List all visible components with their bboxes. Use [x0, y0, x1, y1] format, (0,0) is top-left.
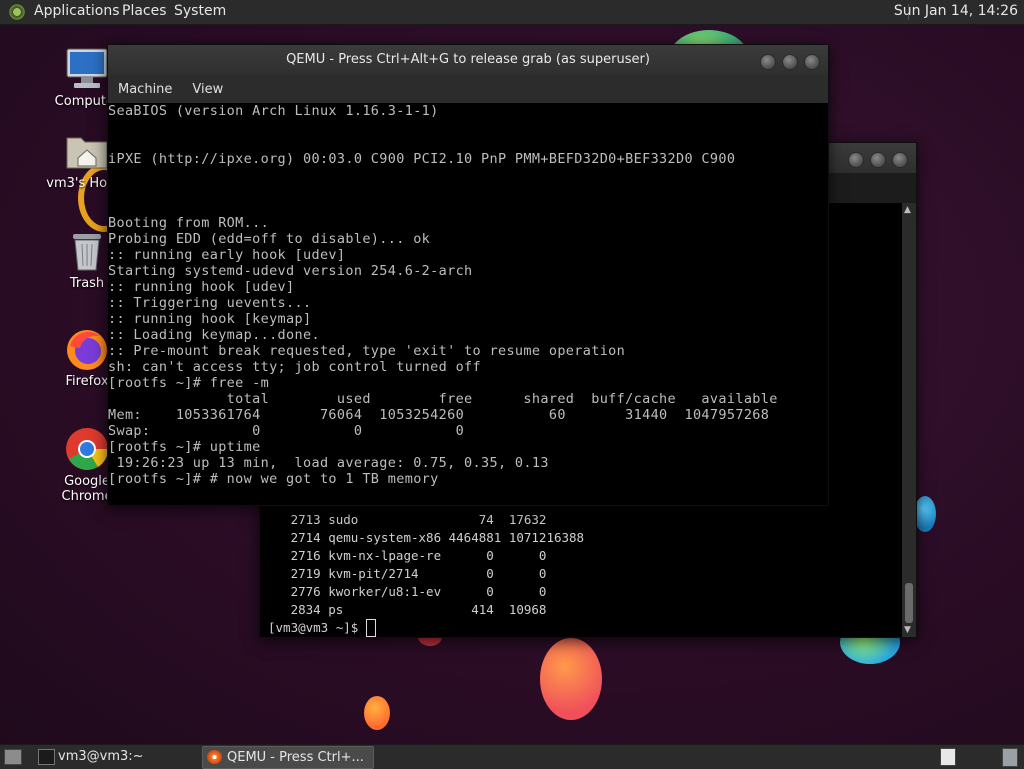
console-line: [108, 167, 778, 183]
decorative-balloon: [914, 496, 936, 532]
firefox-icon: [64, 326, 110, 372]
terminal-line: 2714 qemu-system-x86 4464881 1071216388: [268, 530, 585, 545]
qemu-titlebar[interactable]: QEMU - Press Ctrl+Alt+G to release grab …: [108, 45, 828, 75]
close-button[interactable]: [892, 152, 908, 168]
scroll-down-icon[interactable]: ▼: [904, 625, 911, 635]
console-line: [rootfs ~]# # now we got to 1 TB memory: [108, 471, 439, 487]
close-button[interactable]: [804, 54, 820, 70]
terminal-icon: [38, 749, 55, 765]
trash-applet-icon[interactable]: [1002, 748, 1018, 767]
console-line: sh: can't access tty; job control turned…: [108, 359, 482, 375]
console-line: Probing EDD (edd=off to disable)... ok: [108, 231, 431, 247]
scrollbar-thumb[interactable]: [905, 583, 913, 623]
machine-menu[interactable]: Machine: [108, 75, 182, 97]
console-line: :: Loading keymap...done.: [108, 327, 320, 343]
console-line: iPXE (http://ipxe.org) 00:03.0 C900 PCI2…: [108, 151, 736, 167]
chrome-icon: [64, 426, 110, 472]
qemu-window[interactable]: QEMU - Press Ctrl+Alt+G to release grab …: [107, 44, 829, 506]
computer-icon: [64, 46, 110, 92]
terminal-prompt: [vm3@vm3 ~]$: [268, 620, 366, 635]
console-line: :: Triggering uevents...: [108, 295, 312, 311]
minimize-button[interactable]: [760, 54, 776, 70]
decorative-balloon: [540, 638, 602, 720]
console-line: Mem: 1053361764 76064 1053254260 60 3144…: [108, 407, 770, 423]
view-menu[interactable]: View: [182, 75, 233, 97]
console-line: :: running hook [keymap]: [108, 311, 312, 327]
applications-menu[interactable]: Applications: [34, 3, 120, 19]
terminal-line: 2834 ps 414 10968: [268, 602, 547, 617]
terminal-line: 2713 sudo 74 17632: [268, 512, 547, 527]
workspace-switcher-icon[interactable]: [940, 748, 956, 766]
bottom-panel: vm3@vm3:~ QEMU - Press Ctrl+...: [0, 744, 1024, 769]
scroll-up-icon[interactable]: ▲: [904, 205, 911, 215]
terminal-line: 2719 kvm-pit/2714 0 0: [268, 566, 547, 581]
clock[interactable]: Sun Jan 14, 14:26: [894, 3, 1018, 19]
taskbar-item-label: vm3@vm3:~: [58, 749, 144, 764]
taskbar-item-label: QEMU - Press Ctrl+...: [227, 750, 364, 765]
system-menu[interactable]: System: [174, 3, 226, 19]
qemu-icon: [207, 750, 222, 764]
console-line: Starting systemd-udevd version 254.6-2-a…: [108, 263, 473, 279]
console-line: [108, 183, 778, 199]
console-line: [rootfs ~]# free -m: [108, 375, 270, 391]
trash-icon: [64, 228, 110, 274]
console-line: [108, 199, 778, 215]
console-line: :: Pre-mount break requested, type 'exit…: [108, 343, 626, 359]
console-line: [108, 119, 778, 135]
console-line: [108, 135, 778, 151]
vm-display[interactable]: SeaBIOS (version Arch Linux 1.16.3-1-1) …: [108, 103, 828, 505]
window-title: QEMU - Press Ctrl+Alt+G to release grab …: [286, 52, 650, 67]
console-line: :: running hook [udev]: [108, 279, 295, 295]
taskbar-item-terminal[interactable]: vm3@vm3:~: [34, 746, 218, 767]
console-line: Swap: 0 0 0: [108, 423, 465, 439]
minimize-button[interactable]: [848, 152, 864, 168]
home-folder-icon: [64, 128, 110, 174]
show-desktop-icon[interactable]: [4, 749, 22, 765]
console-line: SeaBIOS (version Arch Linux 1.16.3-1-1): [108, 103, 439, 119]
console-line: Booting from ROM...: [108, 215, 270, 231]
decorative-balloon: [364, 696, 390, 730]
places-menu[interactable]: Places: [122, 3, 167, 19]
console-line: total used free shared buff/cache availa…: [108, 391, 778, 407]
terminal-scrollbar[interactable]: ▲ ▼: [902, 203, 916, 637]
console-line: :: running early hook [udev]: [108, 247, 346, 263]
distro-logo-icon[interactable]: [8, 3, 26, 21]
console-line: 19:26:23 up 13 min, load average: 0.75, …: [108, 455, 549, 471]
taskbar-item-qemu[interactable]: QEMU - Press Ctrl+...: [202, 746, 374, 769]
terminal-line: 2716 kvm-nx-lpage-re 0 0: [268, 548, 547, 563]
top-panel: Applications Places System Sun Jan 14, 1…: [0, 0, 1024, 25]
maximize-button[interactable]: [782, 54, 798, 70]
maximize-button[interactable]: [870, 152, 886, 168]
terminal-cursor: [365, 619, 376, 637]
terminal-line: 2776 kworker/u8:1-ev 0 0: [268, 584, 547, 599]
console-line: [rootfs ~]# uptime: [108, 439, 261, 455]
qemu-menubar: Machine View: [108, 75, 828, 103]
